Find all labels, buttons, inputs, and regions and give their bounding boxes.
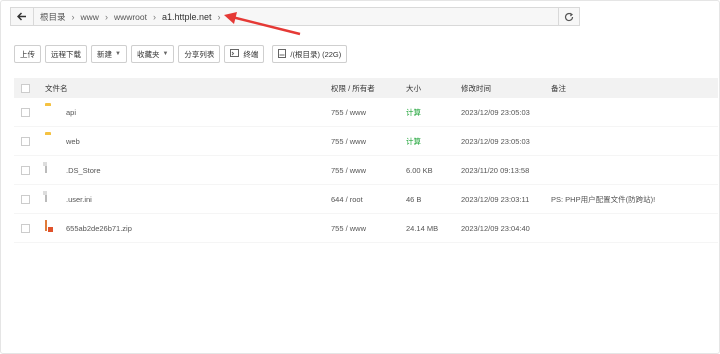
file-size: 6.00 KB (406, 165, 433, 175)
file-icon (45, 161, 57, 178)
row-checkbox[interactable] (21, 194, 30, 204)
file-name[interactable]: web (66, 137, 80, 146)
calc-size-link[interactable]: 计算 (406, 107, 461, 118)
file-perm[interactable]: 755 / www (331, 137, 406, 146)
terminal-icon (230, 49, 240, 59)
new-button[interactable]: 新建 ▼ (91, 45, 127, 63)
share-list-label: 分享列表 (184, 49, 215, 59)
file-perm[interactable]: 755 / www (331, 166, 406, 175)
file-name[interactable]: 655ab2de26b71.zip (66, 224, 132, 233)
upload-button[interactable]: 上传 (14, 45, 41, 63)
file-name[interactable]: .DS_Store (66, 166, 101, 175)
disk-label: /(根目录) (22G) (290, 49, 342, 59)
folder-icon (45, 105, 57, 120)
table-row[interactable]: web 755 / www 计算 2023/12/09 23:05:03 (14, 127, 718, 156)
table-row[interactable]: 655ab2de26b71.zip 755 / www 24.14 MB 202… (14, 214, 718, 243)
table-header: 文件名 权限 / 所有者 大小 修改时间 备注 (14, 78, 718, 98)
file-size: 24.14 MB (406, 223, 439, 233)
file-name[interactable]: .user.ini (66, 195, 92, 204)
file-time: 2023/12/09 23:05:03 (461, 136, 530, 146)
disk-icon (278, 48, 287, 60)
file-perm[interactable]: 644 / root (331, 195, 406, 204)
row-checkbox[interactable] (21, 107, 30, 117)
file-table: 文件名 权限 / 所有者 大小 修改时间 备注 api 755 / www 计算… (14, 78, 718, 243)
file-perm[interactable]: 755 / www (331, 224, 406, 233)
new-label: 新建 (97, 49, 112, 59)
favorites-label: 收藏夹 (136, 49, 160, 59)
remote-download-button[interactable]: 远程下载 (45, 45, 87, 63)
row-checkbox[interactable] (21, 165, 30, 175)
terminal-button[interactable]: 终端 (224, 45, 265, 63)
chevron-down-icon: ▼ (162, 51, 169, 57)
table-row[interactable]: api 755 / www 计算 2023/12/09 23:05:03 (14, 98, 718, 127)
toolbar: 上传 远程下载 新建 ▼ 收藏夹 ▼ 分享列表 终端 /(根目录) (22G) (14, 45, 348, 63)
select-all-checkbox[interactable] (21, 83, 30, 93)
file-size: 46 B (406, 194, 422, 204)
calc-size-link[interactable]: 计算 (406, 136, 461, 147)
remote-download-label: 远程下载 (51, 49, 81, 59)
zip-file-icon (45, 219, 57, 236)
chevron-down-icon: ▼ (115, 51, 121, 57)
row-checkbox[interactable] (21, 223, 30, 233)
favorites-button[interactable]: 收藏夹 ▼ (130, 45, 175, 63)
file-icon (45, 190, 57, 207)
header-perm: 权限 / 所有者 (331, 83, 375, 93)
file-time: 2023/12/09 23:04:40 (461, 223, 530, 233)
header-time[interactable]: 修改时间 (461, 83, 551, 94)
folder-icon (45, 134, 57, 149)
share-list-button[interactable]: 分享列表 (178, 45, 221, 63)
file-time: 2023/11/20 09:13:58 (461, 165, 530, 175)
file-perm[interactable]: 755 / www (331, 108, 406, 117)
table-row[interactable]: .user.ini 644 / root 46 B 2023/12/09 23:… (14, 185, 718, 214)
file-name[interactable]: api (66, 108, 76, 117)
upload-label: 上传 (20, 49, 35, 59)
disk-button[interactable]: /(根目录) (22G) (272, 45, 348, 63)
header-size[interactable]: 大小 (406, 83, 461, 94)
row-checkbox[interactable] (21, 136, 30, 146)
header-note: 备注 (551, 83, 566, 93)
header-name[interactable]: 文件名 (45, 83, 331, 94)
table-row[interactable]: .DS_Store 755 / www 6.00 KB 2023/11/20 0… (14, 156, 718, 185)
terminal-label: 终端 (243, 49, 259, 59)
file-time: 2023/12/09 23:05:03 (461, 107, 530, 117)
file-time: 2023/12/09 23:03:11 (461, 194, 530, 204)
file-note: PS: PHP用户配置文件(防跨站)! (551, 194, 656, 204)
